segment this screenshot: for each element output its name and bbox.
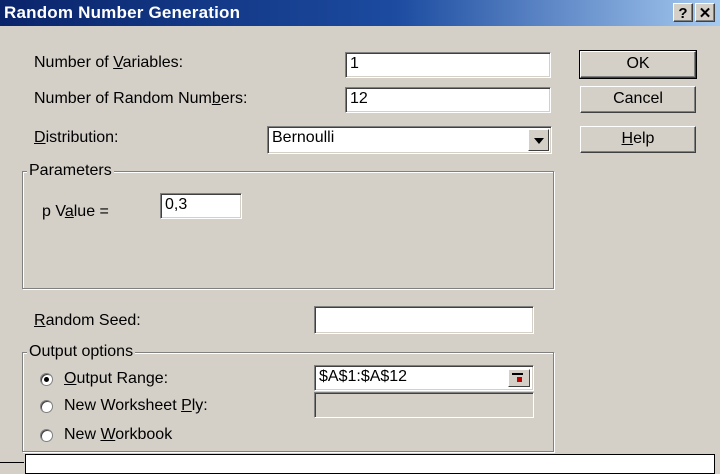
p-value-input[interactable]: 0,3 [160, 193, 242, 219]
output-range-input[interactable]: $A$1:$A$12 [314, 365, 534, 391]
close-button[interactable]: ✕ [695, 3, 715, 22]
output-options-title: Output options [27, 343, 136, 361]
window-title: Random Number Generation [4, 3, 241, 22]
parameters-title: Parameters [27, 162, 114, 180]
collapse-dialog-button[interactable] [508, 369, 530, 387]
ok-button[interactable]: OK [579, 50, 697, 79]
distribution-select[interactable]: Bernoulli [267, 126, 552, 154]
new-workbook-radio[interactable] [40, 429, 53, 442]
close-icon: ✕ [698, 5, 712, 22]
output-range-radio[interactable] [40, 373, 53, 386]
range-select-icon [512, 373, 523, 383]
num-random-label: Number of Random Numbers: [34, 90, 248, 107]
distribution-label: Distribution: [34, 129, 119, 146]
cancel-button[interactable]: Cancel [580, 86, 696, 113]
parameters-group [22, 171, 554, 289]
new-worksheet-input[interactable] [314, 392, 534, 418]
dropdown-button[interactable] [528, 129, 549, 151]
chevron-down-icon [534, 138, 544, 144]
num-random-input[interactable]: 12 [345, 87, 551, 113]
bottom-frame [25, 454, 715, 474]
random-seed-input[interactable] [314, 306, 534, 334]
help-title-button[interactable]: ? [673, 3, 693, 22]
num-variables-label: Number of Variables: [34, 54, 184, 71]
num-variables-input[interactable]: 1 [345, 52, 551, 78]
new-worksheet-label: New Worksheet Ply: [64, 397, 208, 414]
output-range-label: Output Range: [64, 370, 169, 387]
new-worksheet-radio[interactable] [40, 400, 53, 413]
bottom-divider [0, 462, 24, 463]
title-bar: Random Number Generation ? ✕ [0, 0, 720, 26]
radio-selected-dot [44, 377, 49, 382]
new-workbook-label: New Workbook [64, 426, 173, 443]
question-icon: ? [678, 5, 688, 22]
help-button[interactable]: Help [580, 126, 696, 153]
p-value-label: p Value = [42, 203, 109, 220]
random-seed-label: Random Seed: [34, 312, 141, 329]
